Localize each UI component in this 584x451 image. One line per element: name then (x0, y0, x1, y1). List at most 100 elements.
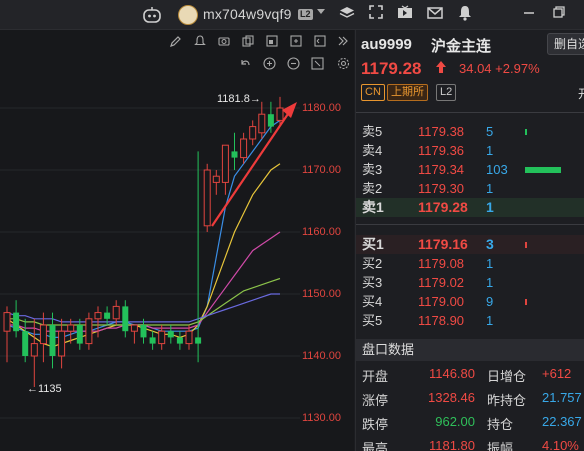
candle-body (167, 331, 174, 338)
level-badge: L2 (298, 9, 313, 20)
stat-label: 日增仓 (487, 369, 527, 384)
restore-icon[interactable] (549, 5, 569, 25)
candle (85, 312, 93, 350)
last-price: 1179.28 (361, 59, 422, 78)
robot-face-icon[interactable] (142, 5, 162, 25)
level2-tag: L2 (436, 84, 457, 101)
level-label: 买1 (362, 236, 384, 252)
candle-body (49, 325, 56, 356)
volume-bar (525, 129, 527, 135)
candle (22, 318, 29, 363)
level-price: 1179.16 (418, 236, 468, 252)
minimize-icon[interactable] (519, 5, 539, 25)
arrow-up-icon (435, 60, 447, 77)
candle (149, 331, 156, 350)
candle-body (185, 330, 193, 345)
candle-body (249, 126, 257, 140)
level-price: 1179.08 (418, 256, 465, 271)
stat-value: 21.757 (542, 390, 582, 405)
mail-icon[interactable] (425, 5, 445, 25)
candle-body (231, 151, 238, 158)
bid-row[interactable]: 买2 1179.08 1 (356, 254, 584, 273)
change-value: 34.04 (459, 61, 492, 76)
level-volume: 1 (486, 143, 494, 158)
candle (76, 318, 83, 350)
stat-value: +612 (542, 366, 572, 381)
moving-average-line (6, 293, 280, 323)
stat-value: 1146.80 (428, 366, 475, 381)
window-icon[interactable] (312, 35, 328, 51)
candle (212, 170, 220, 195)
stat-label: 最高 (362, 441, 389, 451)
candle (112, 300, 120, 325)
level-price: 1179.30 (418, 181, 465, 196)
stat-item: 跌停 962.00 (362, 414, 475, 433)
candle-body (140, 325, 147, 338)
candle-body (267, 114, 274, 127)
level-volume: 1 (486, 275, 494, 290)
candle-body (76, 325, 83, 344)
divider (356, 224, 584, 225)
candle (140, 318, 147, 344)
moving-average-line (7, 277, 281, 326)
volume-bar (525, 242, 527, 248)
bid-row[interactable]: 买4 1179.00 9 (356, 292, 584, 311)
candle (221, 144, 229, 195)
open-label: 开 (578, 85, 584, 102)
level-price: 1179.00 (418, 294, 465, 309)
chevron-down-icon[interactable] (317, 9, 325, 14)
level-label: 买2 (362, 256, 383, 271)
candle-body (94, 312, 102, 320)
ask-row[interactable]: 卖5 1179.38 5 (356, 122, 584, 141)
price-change: 34.04 +2.97% (459, 61, 540, 76)
price-axis-label: 1130.00 (302, 412, 341, 424)
level-label: 卖2 (362, 181, 383, 196)
candle-body (122, 306, 129, 332)
bid-row[interactable]: 买5 1178.90 1 (356, 311, 584, 330)
ask-row[interactable]: 卖3 1179.34 103 (356, 160, 584, 179)
settings-icon[interactable] (335, 57, 351, 73)
price-axis-label: 1170.00 (302, 164, 341, 176)
section-header[interactable]: 盘口数据 (356, 339, 584, 361)
ask-row[interactable]: 卖4 1179.36 1 (356, 141, 584, 160)
video-icon[interactable] (395, 5, 415, 25)
username[interactable]: mx704w9vqf9 (203, 6, 292, 22)
avatar[interactable] (178, 5, 198, 25)
candle-body (258, 113, 266, 134)
candle (240, 132, 248, 164)
candle-body (85, 318, 93, 345)
candle-body (149, 337, 156, 344)
resize-icon[interactable] (366, 5, 386, 25)
collapse-panel-icon[interactable] (335, 35, 351, 51)
bid-row[interactable]: 买1 1179.16 3 (356, 235, 584, 254)
volume-bar (525, 299, 527, 305)
stat-label: 涨停 (362, 393, 389, 408)
candle (58, 318, 66, 369)
kline-chart[interactable]: 1181.8→ ←1135 1180.00 1170.00 1160.00 115… (0, 30, 354, 451)
kline-plot[interactable]: 1181.8→ ←1135 (0, 30, 300, 451)
level-price: 1179.38 (418, 124, 465, 139)
title-bar: mx704w9vqf9 L2 (0, 0, 584, 30)
price-axis-label: 1150.00 (302, 288, 341, 300)
candle-body (240, 138, 248, 159)
candle-body (104, 312, 111, 319)
moving-average-line (7, 231, 281, 332)
stat-value: 22.367 (542, 414, 582, 429)
crop-icon[interactable] (309, 57, 325, 73)
price-axis-label: 1160.00 (302, 226, 341, 238)
stat-value: 1328.46 (428, 390, 475, 405)
level-volume: 3 (486, 236, 494, 252)
ask-row[interactable]: 卖1 1179.28 1 (356, 198, 584, 217)
candle (231, 132, 238, 170)
bell-icon[interactable] (455, 5, 475, 25)
layers-icon[interactable] (337, 5, 357, 25)
candle (176, 331, 183, 350)
level-price: 1178.90 (418, 313, 465, 328)
stat-item: 涨停 1328.46 (362, 390, 475, 409)
remove-watchlist-button[interactable]: 删自选 (547, 33, 584, 55)
level-volume: 9 (486, 294, 494, 309)
bid-row[interactable]: 买3 1179.02 1 (356, 273, 584, 292)
ask-row[interactable]: 卖2 1179.30 1 (356, 179, 584, 198)
candle (249, 120, 257, 146)
level-volume: 103 (486, 162, 508, 177)
